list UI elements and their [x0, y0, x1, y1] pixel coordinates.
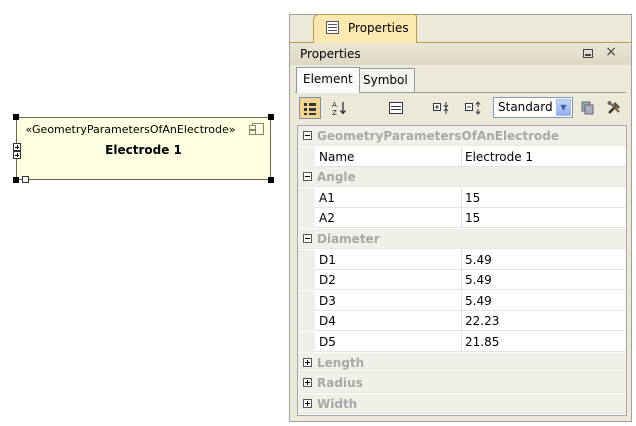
property-value[interactable]: Electrode 1	[465, 150, 533, 164]
expand-plus-icon[interactable]	[13, 151, 21, 159]
category-name: Radius	[317, 376, 363, 391]
category-row[interactable]: Diameter	[298, 229, 626, 249]
category-name: Angle	[317, 170, 356, 185]
tools-icon[interactable]	[603, 97, 625, 119]
port-icon[interactable]	[22, 176, 29, 183]
tab-properties-label: Properties	[348, 21, 409, 35]
column-divider	[461, 208, 462, 229]
svg-text:Z: Z	[332, 109, 337, 116]
tab-symbol-label: Symbol	[363, 73, 408, 87]
row-gutter	[298, 208, 315, 229]
column-divider	[461, 332, 462, 352]
block-stereotype: «GeometryParametersOfAnElectrode»	[25, 123, 236, 136]
expand-icon[interactable]	[303, 357, 312, 367]
row-gutter	[298, 249, 315, 270]
category-name: Diameter	[317, 232, 380, 246]
column-divider	[461, 249, 462, 270]
category-name: Width	[317, 396, 358, 411]
categorized-view-icon[interactable]	[299, 97, 321, 119]
selection-handle[interactable]	[13, 114, 19, 120]
row-gutter	[298, 290, 315, 311]
collapse-icon[interactable]	[303, 234, 312, 243]
tab-element[interactable]: Element	[296, 67, 360, 93]
chevron-down-icon[interactable]: ▼	[556, 99, 571, 116]
column-divider	[461, 311, 462, 332]
selection-handle[interactable]	[268, 177, 274, 183]
view-mode-value: Standard	[498, 100, 553, 114]
property-row[interactable]: D4 22.23	[298, 311, 626, 332]
sort-alphabetical-icon[interactable]: A Z	[329, 97, 351, 119]
column-divider	[461, 270, 462, 291]
selection-handle[interactable]	[268, 114, 274, 120]
property-grid: GeometryParametersOfAnElectrode Name Elect…	[297, 125, 627, 416]
category-row[interactable]: Angle	[298, 167, 626, 188]
expand-all-icon[interactable]	[431, 97, 453, 119]
copy-icon[interactable]	[577, 97, 599, 119]
property-value[interactable]: 5.49	[465, 294, 492, 308]
property-value[interactable]: 5.49	[465, 253, 492, 267]
row-gutter	[298, 270, 315, 291]
property-value[interactable]: 5.49	[465, 273, 492, 287]
expand-plus-icon[interactable]	[13, 143, 21, 151]
tab-properties[interactable]: Properties	[313, 14, 417, 43]
property-row[interactable]: D3 5.49	[298, 290, 626, 311]
property-row[interactable]: D5 21.85	[298, 332, 626, 352]
category-row[interactable]: Width	[298, 393, 626, 414]
property-name: D2	[319, 273, 336, 288]
property-value[interactable]: 21.85	[465, 335, 499, 349]
row-gutter	[298, 187, 315, 208]
minimize-icon[interactable]	[583, 49, 593, 58]
category-name: Length	[317, 355, 365, 370]
svg-text:A: A	[332, 101, 337, 109]
property-value[interactable]: 22.23	[465, 314, 499, 328]
property-name: D4	[319, 314, 336, 329]
collapse-all-icon[interactable]	[463, 97, 485, 119]
category-row[interactable]: Radius	[298, 373, 626, 394]
close-icon[interactable]: ×	[605, 44, 617, 60]
properties-icon	[326, 21, 339, 34]
collapse-icon[interactable]	[303, 131, 312, 140]
selection-handle[interactable]	[13, 177, 19, 183]
property-name: A2	[319, 211, 335, 226]
block-name: Electrode 1	[105, 143, 182, 157]
property-name: Name	[319, 149, 355, 164]
property-name: D3	[319, 293, 336, 308]
diagram-block-electrode[interactable]: «GeometryParametersOfAnElectrode» Electr…	[16, 117, 271, 180]
panel-header: Properties ×	[290, 43, 631, 65]
description-panel-icon[interactable]	[385, 97, 407, 119]
property-row[interactable]: Name Electrode 1	[298, 146, 626, 167]
property-row[interactable]: D1 5.49	[298, 249, 626, 270]
column-divider	[461, 187, 462, 208]
expand-icon[interactable]	[303, 378, 312, 388]
property-name: D1	[319, 252, 336, 267]
row-gutter	[298, 146, 315, 167]
column-divider	[461, 146, 462, 167]
property-value[interactable]: 15	[465, 191, 480, 205]
category-row[interactable]: GeometryParametersOfAnElectrode	[298, 126, 626, 146]
property-value[interactable]: 15	[465, 211, 480, 225]
collapse-icon[interactable]	[303, 172, 312, 182]
row-gutter	[298, 311, 315, 332]
view-mode-select[interactable]: Standard ▼	[493, 97, 573, 118]
properties-toolbar: A Z Standard ▼	[295, 93, 626, 123]
property-name: D5	[319, 335, 336, 349]
property-row[interactable]: D2 5.49	[298, 270, 626, 291]
category-row[interactable]: Length	[298, 352, 626, 373]
tab-symbol[interactable]: Symbol	[356, 68, 415, 92]
tab-element-label: Element	[303, 72, 353, 86]
category-name: GeometryParametersOfAnElectrode	[317, 129, 559, 143]
property-row[interactable]: A1 15	[298, 187, 626, 208]
column-divider	[461, 290, 462, 311]
property-row[interactable]: A2 15	[298, 208, 626, 229]
panel-title: Properties	[300, 47, 361, 61]
component-icon	[249, 123, 264, 135]
property-name: A1	[319, 190, 335, 205]
expand-icon[interactable]	[303, 398, 312, 408]
row-gutter	[298, 332, 315, 352]
